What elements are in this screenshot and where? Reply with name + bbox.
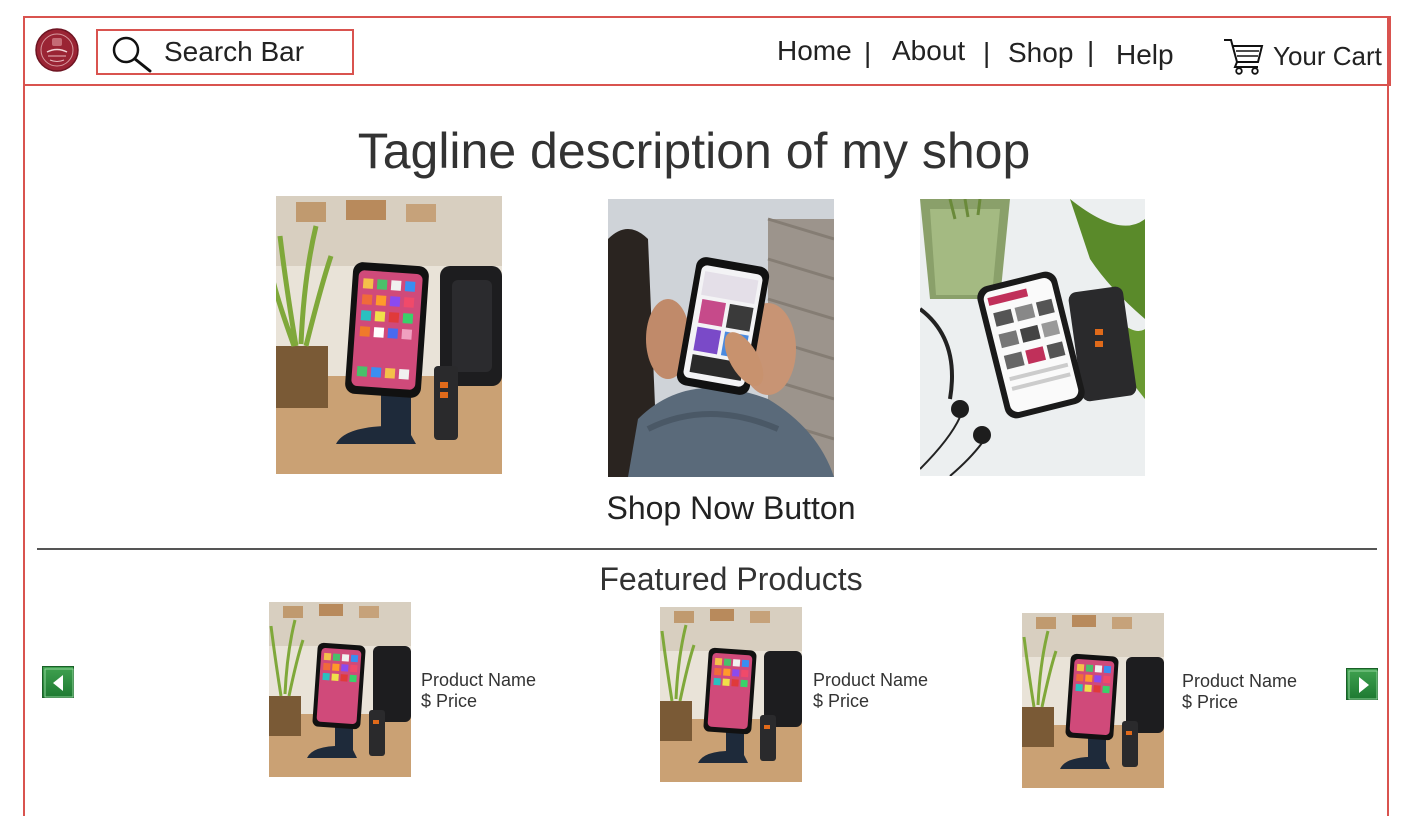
- product-price: $ Price: [1182, 692, 1239, 712]
- product-name[interactable]: Product Name: [813, 670, 928, 691]
- nav-separator: |: [864, 37, 872, 68]
- arrow-right-icon: [1348, 670, 1378, 700]
- search-bar[interactable]: Search Bar: [96, 29, 354, 75]
- featured-products-title: Featured Products: [599, 561, 863, 597]
- nav-separator: |: [983, 37, 991, 68]
- product-image[interactable]: [1022, 613, 1164, 788]
- search-icon: [109, 34, 155, 79]
- arrow-left-icon: [44, 668, 74, 698]
- product-name[interactable]: Product Name: [421, 670, 536, 691]
- page-tagline: Tagline description of my shop: [357, 123, 1031, 179]
- nav-home[interactable]: Home: [777, 35, 852, 67]
- shopping-cart-icon: [1222, 36, 1266, 81]
- carousel-prev-button[interactable]: [42, 666, 74, 698]
- hero-image-phone-stand[interactable]: [276, 196, 502, 474]
- nav-separator: |: [1087, 36, 1095, 67]
- carousel-next-button[interactable]: [1346, 668, 1378, 700]
- cart-label: Your Cart: [1273, 41, 1382, 71]
- shop-now-button[interactable]: Shop Now Button: [600, 490, 862, 527]
- logo-badge-icon: [35, 28, 79, 72]
- nav-shop[interactable]: Shop: [1008, 37, 1073, 69]
- hero-image-hands-phone[interactable]: [608, 199, 834, 477]
- search-bar-label: Search Bar: [164, 36, 305, 67]
- hero-image-phone-table[interactable]: [920, 199, 1145, 476]
- product-price: $ Price: [813, 691, 870, 711]
- shop-logo[interactable]: [35, 28, 79, 72]
- product-image[interactable]: [269, 602, 411, 777]
- nav-about[interactable]: About: [892, 35, 965, 67]
- nav-help[interactable]: Help: [1116, 39, 1174, 71]
- product-name[interactable]: Product Name: [1182, 671, 1297, 692]
- section-divider: [37, 548, 1377, 550]
- product-price: $ Price: [421, 691, 478, 711]
- product-image[interactable]: [660, 607, 802, 782]
